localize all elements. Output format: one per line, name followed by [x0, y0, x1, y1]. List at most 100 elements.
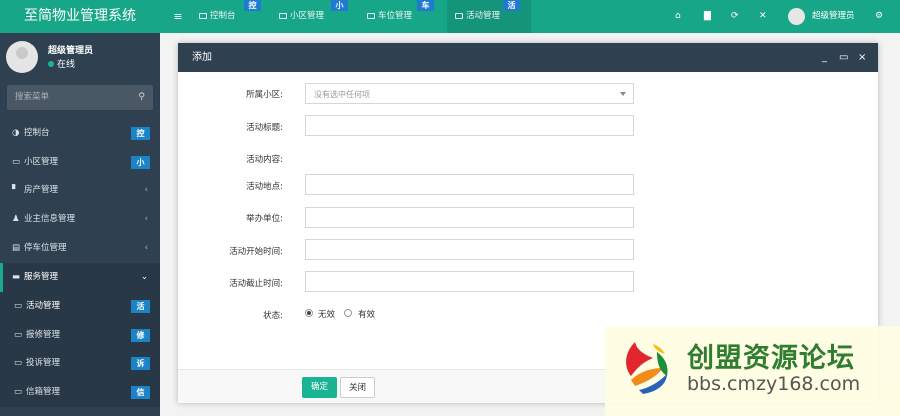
tab-parking[interactable]: 车位管理 车 [367, 0, 447, 33]
sidebar-item-complaint[interactable]: ▭ 投诉管理 诉 [0, 349, 160, 378]
sidebar-item-label: 业主信息管理 [24, 214, 76, 224]
sidebar-item-property[interactable]: ▘ 房产管理 ‹ [0, 176, 160, 205]
dialog-title: 添加 [192, 52, 212, 63]
settings-icon[interactable]: ⚙ [875, 0, 883, 33]
field-label-content: 活动内容: [246, 155, 283, 165]
watermark-title: 创盟资源论坛 [687, 343, 855, 374]
field-label-status: 状态: [263, 311, 283, 321]
sidebar-item-label: 服务管理 [24, 272, 59, 282]
user-icon: ♟ [12, 214, 20, 224]
radio-label: 有效 [358, 310, 376, 320]
online-dot-icon [48, 61, 54, 67]
sidebar-item-mailbox[interactable]: ▭ 信箱管理 信 [0, 378, 160, 407]
sidebar-item-label: 停车位管理 [24, 243, 67, 253]
avatar [6, 41, 38, 73]
sidebar-search-input[interactable]: 搜索菜单 ⚲ [7, 85, 153, 110]
sidebar-badge: 控 [131, 127, 150, 140]
activity-title-input[interactable] [305, 115, 634, 136]
community-select[interactable]: 没有选中任何项 [305, 83, 634, 104]
avatar[interactable] [788, 8, 805, 25]
activity-location-input[interactable] [305, 174, 634, 195]
tab-label: 车位管理 [378, 11, 413, 21]
list-icon [279, 12, 287, 19]
list-icon: ▭ [14, 301, 23, 311]
sidebar-item-label: 小区管理 [24, 157, 59, 167]
field-label-title: 活动标题: [246, 123, 283, 133]
status-radio-valid[interactable] [344, 309, 352, 317]
sidebar-item-activity[interactable]: ▭ 活动管理 活 [0, 292, 160, 321]
status-radio-invalid[interactable] [305, 309, 313, 317]
field-label-end-time: 活动截止时间: [229, 279, 283, 289]
sidebar-badge: 信 [131, 386, 150, 399]
tab-label: 活动管理 [466, 11, 501, 21]
sidebar-username: 超级管理员 [48, 46, 94, 56]
end-time-input[interactable] [305, 271, 634, 292]
select-value: 没有选中任何项 [314, 90, 370, 99]
tab-badge: 控 [244, 0, 261, 11]
tab-dashboard[interactable]: 控制台 控 [199, 0, 271, 33]
sidebar-badge: 诉 [131, 357, 150, 370]
close-button[interactable]: 关闭 [340, 377, 375, 398]
refresh-icon[interactable]: ⟳ [731, 0, 739, 33]
list-icon: ▭ [14, 358, 23, 368]
sidebar-item-repair[interactable]: ▭ 报修管理 修 [0, 321, 160, 350]
sidebar-item-label: 控制台 [24, 128, 50, 138]
sidebar-item-parking[interactable]: ▤ 停车位管理 ‹ [0, 234, 160, 263]
tab-badge: 活 [503, 0, 520, 11]
forum-logo-icon [626, 342, 668, 394]
search-placeholder: 搜索菜单 [15, 92, 50, 102]
sidebar-item-dashboard[interactable]: ◑ 控制台 控 [0, 119, 160, 148]
app-title: 至简物业管理系统 [0, 0, 160, 33]
fullscreen-icon[interactable]: ✕ [759, 0, 767, 33]
watermark-url: bbs.cmzy168.com [687, 373, 861, 395]
sidebar-item-label: 报修管理 [26, 330, 61, 340]
tab-label: 小区管理 [290, 11, 325, 21]
tab-community[interactable]: 小区管理 小 [279, 0, 359, 33]
tab-badge: 小 [331, 0, 348, 11]
user-menu[interactable]: 超级管理员 [812, 0, 855, 33]
start-time-input[interactable] [305, 239, 634, 260]
chevron-down-icon: ⌄ [140, 272, 148, 282]
watermark: 创盟资源论坛 bbs.cmzy168.com [605, 326, 900, 416]
confirm-button[interactable]: 确定 [302, 377, 337, 398]
minimize-icon[interactable]: _ [822, 43, 827, 72]
trash-icon[interactable]: ▇ [704, 0, 711, 33]
sidebar-item-owners[interactable]: ♟ 业主信息管理 ‹ [0, 205, 160, 234]
field-label-start-time: 活动开始时间: [229, 247, 283, 257]
organizer-input[interactable] [305, 207, 634, 228]
status-text: 在线 [57, 60, 76, 70]
field-label-community: 所属小区: [246, 90, 283, 100]
tab-badge: 车 [417, 0, 434, 11]
sidebar-badge: 活 [131, 300, 150, 313]
sidebar-item-label: 活动管理 [26, 301, 61, 311]
close-icon[interactable]: × [858, 43, 866, 72]
sidebar-item-label: 投诉管理 [26, 358, 61, 368]
menu-toggle-icon[interactable]: ≡ [170, 0, 186, 33]
chevron-left-icon: ‹ [144, 243, 148, 253]
sidebar-item-label: 信箱管理 [26, 387, 61, 397]
sidebar-badge: 修 [131, 329, 150, 342]
sidebar-item-community[interactable]: ▭ 小区管理 小 [0, 148, 160, 177]
field-label-organizer: 举办单位: [246, 214, 283, 224]
home-icon[interactable]: ⌂ [675, 0, 681, 33]
caret-down-icon [620, 92, 626, 96]
list-icon: ▭ [14, 330, 23, 340]
top-navbar: 至简物业管理系统 ≡ 控制台 控 小区管理 小 车位管理 车 活动管理 活 ⌂ … [0, 0, 900, 33]
chevron-left-icon: ‹ [144, 185, 148, 195]
list-icon [455, 12, 463, 19]
search-icon[interactable]: ⚲ [138, 85, 145, 110]
building-icon: ▘ [12, 185, 19, 195]
dialog-header: 添加 _ ▭ × [178, 43, 878, 72]
maximize-icon[interactable]: ▭ [839, 43, 848, 72]
list-icon: ▭ [14, 387, 23, 397]
list-icon [367, 12, 375, 19]
radio-label: 无效 [318, 310, 336, 320]
tab-activity[interactable]: 活动管理 活 [447, 0, 531, 33]
dashboard-icon: ◑ [12, 128, 20, 138]
chevron-left-icon: ‹ [144, 214, 148, 224]
sidebar: 超级管理员 在线 搜索菜单 ⚲ ◑ 控制台 控 ▭ 小区管理 小 ▘ 房产管理 ‹ ♟… [0, 33, 160, 416]
parking-icon: ▤ [12, 243, 21, 253]
sidebar-item-service[interactable]: ▬ 服务管理 ⌄ [0, 263, 160, 292]
field-label-location: 活动地点: [246, 182, 283, 192]
sidebar-badge: 小 [131, 156, 150, 169]
